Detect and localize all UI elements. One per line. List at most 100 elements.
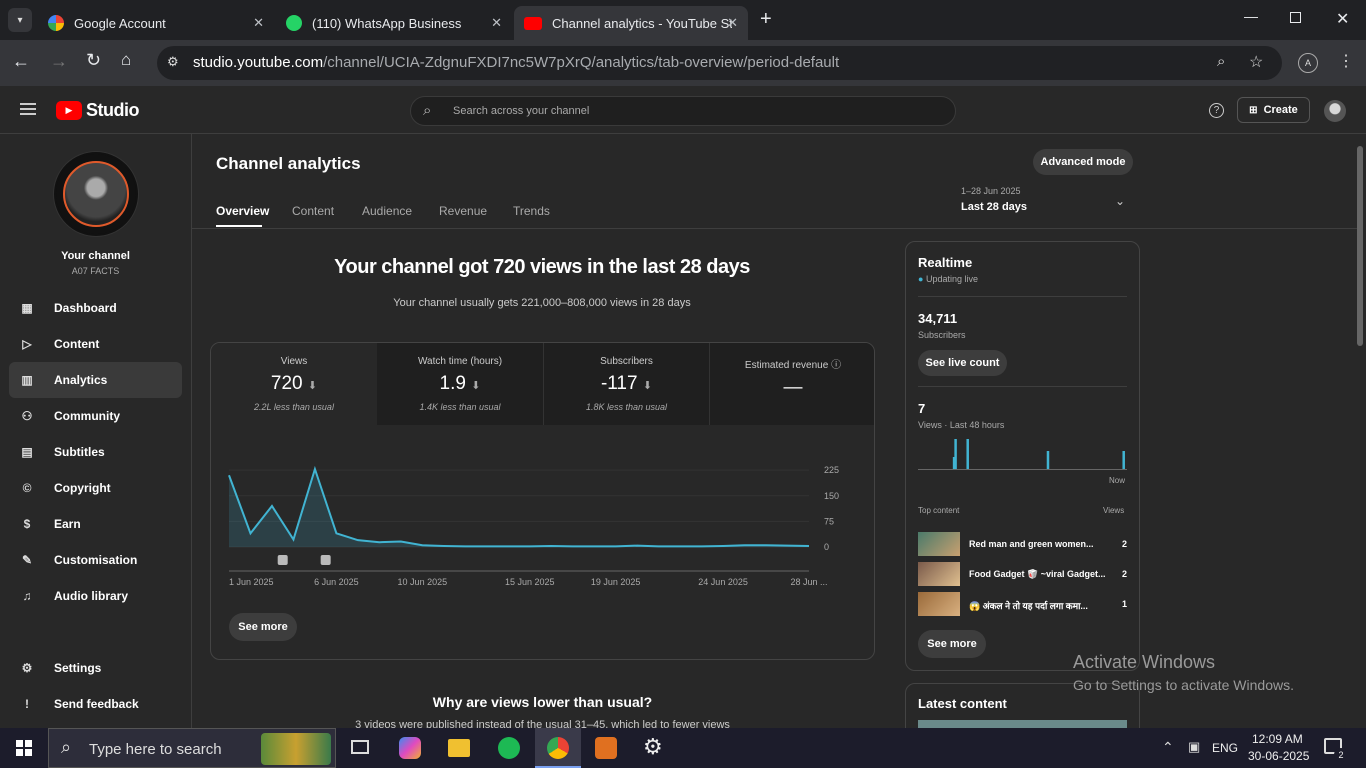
kpi-value: —	[783, 377, 803, 398]
tab-youtube-studio[interactable]: Channel analytics - YouTube Stu ✕	[514, 6, 748, 40]
thumbnail	[918, 562, 960, 586]
kpi-subscribers[interactable]: Subscribers -117 ⬇ 1.8K less than usual	[543, 343, 709, 425]
language-indicator[interactable]: ENG	[1212, 741, 1238, 755]
file-explorer-icon[interactable]	[448, 739, 470, 757]
live-indicator: ● Updating live	[918, 274, 978, 284]
top-content-views: 2	[1122, 569, 1128, 579]
channel-avatar[interactable]	[54, 152, 138, 236]
clock-time[interactable]: 12:09 AM	[1252, 732, 1303, 746]
windows-start-icon[interactable]	[16, 740, 32, 756]
subs-value: 34,711	[918, 311, 958, 326]
notification-count: 2	[1334, 748, 1348, 762]
settings-gear-icon[interactable]: ⚙	[643, 734, 663, 760]
tab-google-account[interactable]: Google Account ✕	[38, 6, 274, 40]
sidebar-item-settings[interactable]: ⚙ Settings	[9, 650, 182, 686]
kpi-views[interactable]: Views 720 ⬇ 2.2L less than usual	[211, 343, 377, 425]
see-live-count-button[interactable]: See live count	[918, 350, 1007, 376]
tab-audience[interactable]: Audience	[362, 204, 412, 218]
sidebar-item-audio-library[interactable]: ♫ Audio library	[9, 578, 182, 614]
top-content-title: Food Gadget 🥡 ~viral Gadget...	[969, 569, 1106, 579]
close-icon[interactable]: ✕	[491, 15, 502, 31]
sidebar-item-analytics[interactable]: ▥ Analytics	[9, 362, 182, 398]
spotify-icon[interactable]	[498, 737, 520, 759]
create-button[interactable]: ⊞ Create	[1237, 97, 1310, 123]
back-button[interactable]: ←	[12, 51, 30, 72]
home-button[interactable]: ⌂	[121, 50, 131, 70]
star-icon[interactable]: ☆	[1249, 52, 1263, 72]
youtube-studio-logo[interactable]: ▶ Studio	[56, 100, 140, 121]
close-icon[interactable]: ✕	[727, 15, 738, 31]
latest-content-title: Latest content	[918, 696, 1007, 711]
sidebar-item-send-feedback[interactable]: ! Send feedback	[9, 686, 182, 722]
advanced-mode-button[interactable]: Advanced mode	[1033, 149, 1133, 175]
avatar[interactable]	[1324, 100, 1346, 122]
community-icon: ⚇	[21, 409, 33, 423]
hamburger-icon[interactable]	[20, 103, 36, 115]
y-tick-label: 0	[824, 542, 829, 552]
subs-label: Subscribers	[918, 330, 966, 340]
sidebar-item-dashboard[interactable]: ▦ Dashboard	[9, 290, 182, 326]
see-more-button[interactable]: See more	[229, 613, 297, 641]
address-bar[interactable]: ⚙ studio.youtube.com/channel/UCIA-ZdgnuF…	[157, 46, 1282, 80]
realtime-bar	[1122, 451, 1125, 469]
chrome-icon[interactable]	[535, 728, 581, 768]
top-content-title: 😱 अंकल ने तो यह पर्दा लगा कमा...	[969, 601, 1088, 611]
kpi-label: Views	[280, 356, 308, 367]
task-view-icon[interactable]	[351, 740, 369, 754]
minimize-button[interactable]: —	[1244, 8, 1258, 24]
sidebar-item-subtitles[interactable]: ▤ Subtitles	[9, 434, 182, 470]
fl-studio-icon[interactable]	[595, 737, 617, 759]
new-tab-button[interactable]: +	[760, 8, 772, 31]
top-content-item[interactable]: Food Gadget 🥡 ~viral Gadget... 2	[918, 562, 1127, 586]
top-content-item[interactable]: 😱 अंकल ने तो यह पर्दा लगा कमा... 1	[918, 592, 1127, 616]
browser-tab-bar: ▾ Google Account ✕ (110) WhatsApp Busine…	[0, 0, 1366, 40]
taskbar-search-input[interactable]: Type here to search	[89, 741, 222, 758]
taskbar-search[interactable]: ⌕ Type here to search	[48, 728, 336, 768]
channel-search[interactable]: ⌕ Search across your channel	[410, 96, 956, 126]
site-info-icon[interactable]: ⚙	[167, 54, 179, 70]
reload-button[interactable]: ↻	[86, 50, 101, 71]
x-tick-label: 10 Jun 2025	[398, 577, 448, 587]
sidebar-item-customisation[interactable]: ✎ Customisation	[9, 542, 182, 578]
browser-menu-icon[interactable]: ⋮	[1338, 51, 1354, 71]
tab-title: Google Account	[74, 15, 166, 31]
tab-content[interactable]: Content	[292, 204, 334, 218]
tab-revenue[interactable]: Revenue	[439, 204, 487, 218]
tab-trends[interactable]: Trends	[513, 204, 550, 218]
forward-button[interactable]: →	[50, 51, 68, 72]
sidebar-item-copyright[interactable]: © Copyright	[9, 470, 182, 506]
realtime-bar	[1046, 451, 1050, 469]
x-tick-label: 6 Jun 2025	[314, 577, 359, 587]
help-icon[interactable]: ?	[1209, 103, 1224, 118]
subtitles-icon: ▤	[21, 445, 33, 459]
kpi-watch-time[interactable]: Watch time (hours) 1.9 ⬇ 1.4K less than …	[377, 343, 543, 425]
copilot-icon[interactable]	[399, 737, 421, 759]
close-window-button[interactable]: ✕	[1336, 9, 1349, 29]
search-icon: ⌕	[423, 102, 432, 119]
sidebar-item-content[interactable]: ▷ Content	[9, 326, 182, 362]
scrollbar[interactable]	[1357, 146, 1363, 346]
sidebar-item-earn[interactable]: $ Earn	[9, 506, 182, 542]
browser-toolbar: ← → ↻ ⌂ ⚙ studio.youtube.com/channel/UCI…	[0, 40, 1366, 86]
tab-overview[interactable]: Overview	[216, 204, 269, 218]
search-input[interactable]: Search across your channel	[453, 105, 589, 117]
kpi-revenue[interactable]: Estimated revenue ⓘ —	[709, 343, 874, 425]
thumbnail	[918, 592, 960, 616]
tab-whatsapp[interactable]: (110) WhatsApp Business ✕	[276, 6, 512, 40]
chevron-up-icon[interactable]: ⌃	[1162, 739, 1174, 756]
period-selector[interactable]: 1–28 Jun 2025 Last 28 days ⌄	[961, 186, 1131, 220]
clock-date[interactable]: 30-06-2025	[1248, 749, 1309, 763]
studio-header: ▶ Studio ⌕ Search across your channel ? …	[0, 86, 1366, 134]
top-content-item[interactable]: Red man and green women... 2	[918, 532, 1127, 556]
sidebar-item-community[interactable]: ⚇ Community	[9, 398, 182, 434]
realtime-see-more-button[interactable]: See more	[918, 630, 986, 658]
now-label: Now	[1109, 476, 1126, 485]
your-channel-label: Your channel	[61, 250, 130, 262]
top-content-views: 2	[1122, 539, 1128, 549]
close-icon[interactable]: ✕	[253, 15, 264, 31]
restore-button[interactable]	[1290, 12, 1301, 23]
zoom-icon[interactable]: ⌕	[1217, 53, 1225, 70]
tab-search-button[interactable]: ▾	[8, 8, 32, 32]
meet-now-icon[interactable]: ▣	[1188, 739, 1200, 755]
profile-button[interactable]: A	[1298, 53, 1318, 73]
